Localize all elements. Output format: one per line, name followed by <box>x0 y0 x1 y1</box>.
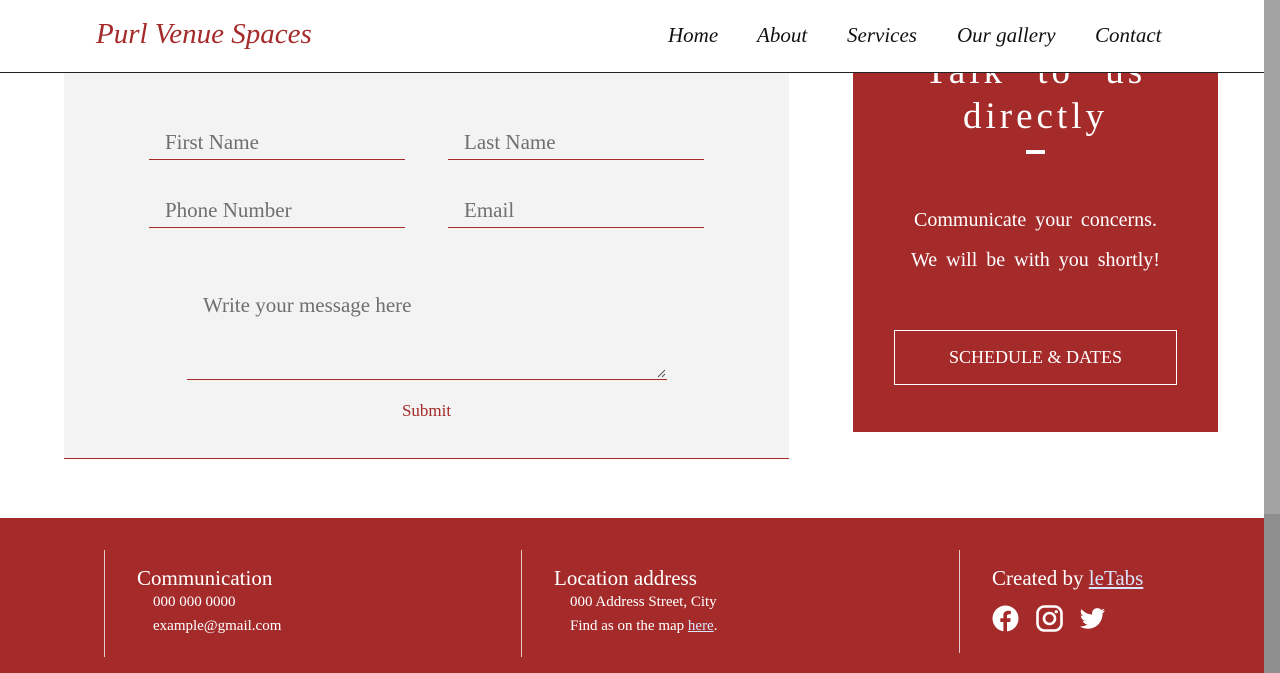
message-field <box>187 288 667 380</box>
nav-services[interactable]: Services <box>847 23 917 48</box>
footer-divider <box>104 550 105 657</box>
brand-logo[interactable]: Purl Venue Spaces <box>96 18 312 51</box>
email-field <box>448 193 704 228</box>
submit-button[interactable]: Submit <box>64 401 789 421</box>
last-name-input[interactable] <box>448 125 704 159</box>
phone-input[interactable] <box>149 193 405 227</box>
schedule-dates-button[interactable]: SCHEDULE & DATES <box>894 330 1177 385</box>
email-input[interactable] <box>448 193 704 227</box>
page-scrollbar[interactable] <box>1264 0 1280 673</box>
instagram-icon[interactable] <box>1036 605 1063 632</box>
nav-contact[interactable]: Contact <box>1095 23 1162 48</box>
communication-title: Communication <box>137 566 273 590</box>
footer-email: example@gmail.com <box>153 618 282 634</box>
resize-handle-icon[interactable] <box>657 369 666 378</box>
map-prefix: Find as on the map <box>570 618 688 634</box>
map-suffix: . <box>713 618 718 634</box>
nav-about[interactable]: About <box>757 23 807 48</box>
talk-description: Communicate your concerns. We will be wi… <box>853 200 1218 280</box>
contact-form: Submit <box>64 73 789 459</box>
footer-phone: 000 000 0000 <box>153 594 236 610</box>
message-textarea[interactable] <box>187 288 667 379</box>
facebook-icon[interactable] <box>992 605 1019 632</box>
site-footer: Communication 000 000 0000 example@gmail… <box>0 518 1264 673</box>
nav-home[interactable]: Home <box>668 23 718 48</box>
last-name-field <box>448 125 704 160</box>
footer-divider <box>959 550 960 653</box>
credit-line: Created by leTabs <box>992 566 1143 591</box>
first-name-input[interactable] <box>149 125 405 159</box>
footer-divider <box>521 550 522 657</box>
first-name-field <box>149 125 405 160</box>
scrollbar-thumb[interactable] <box>1264 514 1280 673</box>
location-title: Location address <box>554 566 697 590</box>
map-link[interactable]: here <box>688 618 714 634</box>
talk-line-2: We will be with you shortly! <box>911 249 1160 271</box>
talk-line-1: Communicate your concerns. <box>914 209 1157 231</box>
talk-to-us-card: Talk to us directly Communicate your con… <box>853 50 1218 432</box>
credit-link[interactable]: leTabs <box>1089 566 1144 590</box>
twitter-icon[interactable] <box>1079 605 1106 632</box>
nav-our-gallery[interactable]: Our gallery <box>957 23 1056 48</box>
phone-field <box>149 193 405 228</box>
credit-prefix: Created by <box>992 566 1089 590</box>
top-navbar: Purl Venue Spaces Home About Services Ou… <box>0 0 1264 73</box>
footer-address: 000 Address Street, City <box>570 594 717 610</box>
title-divider <box>1026 150 1045 154</box>
footer-map-line: Find as on the map here. <box>570 618 717 635</box>
